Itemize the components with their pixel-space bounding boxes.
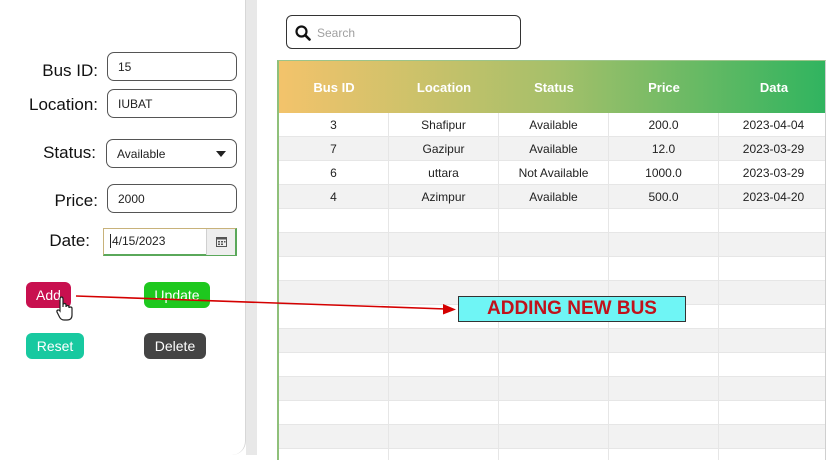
annotation-label: ADDING NEW BUS: [458, 296, 686, 322]
annotation-arrow: [75, 295, 456, 315]
